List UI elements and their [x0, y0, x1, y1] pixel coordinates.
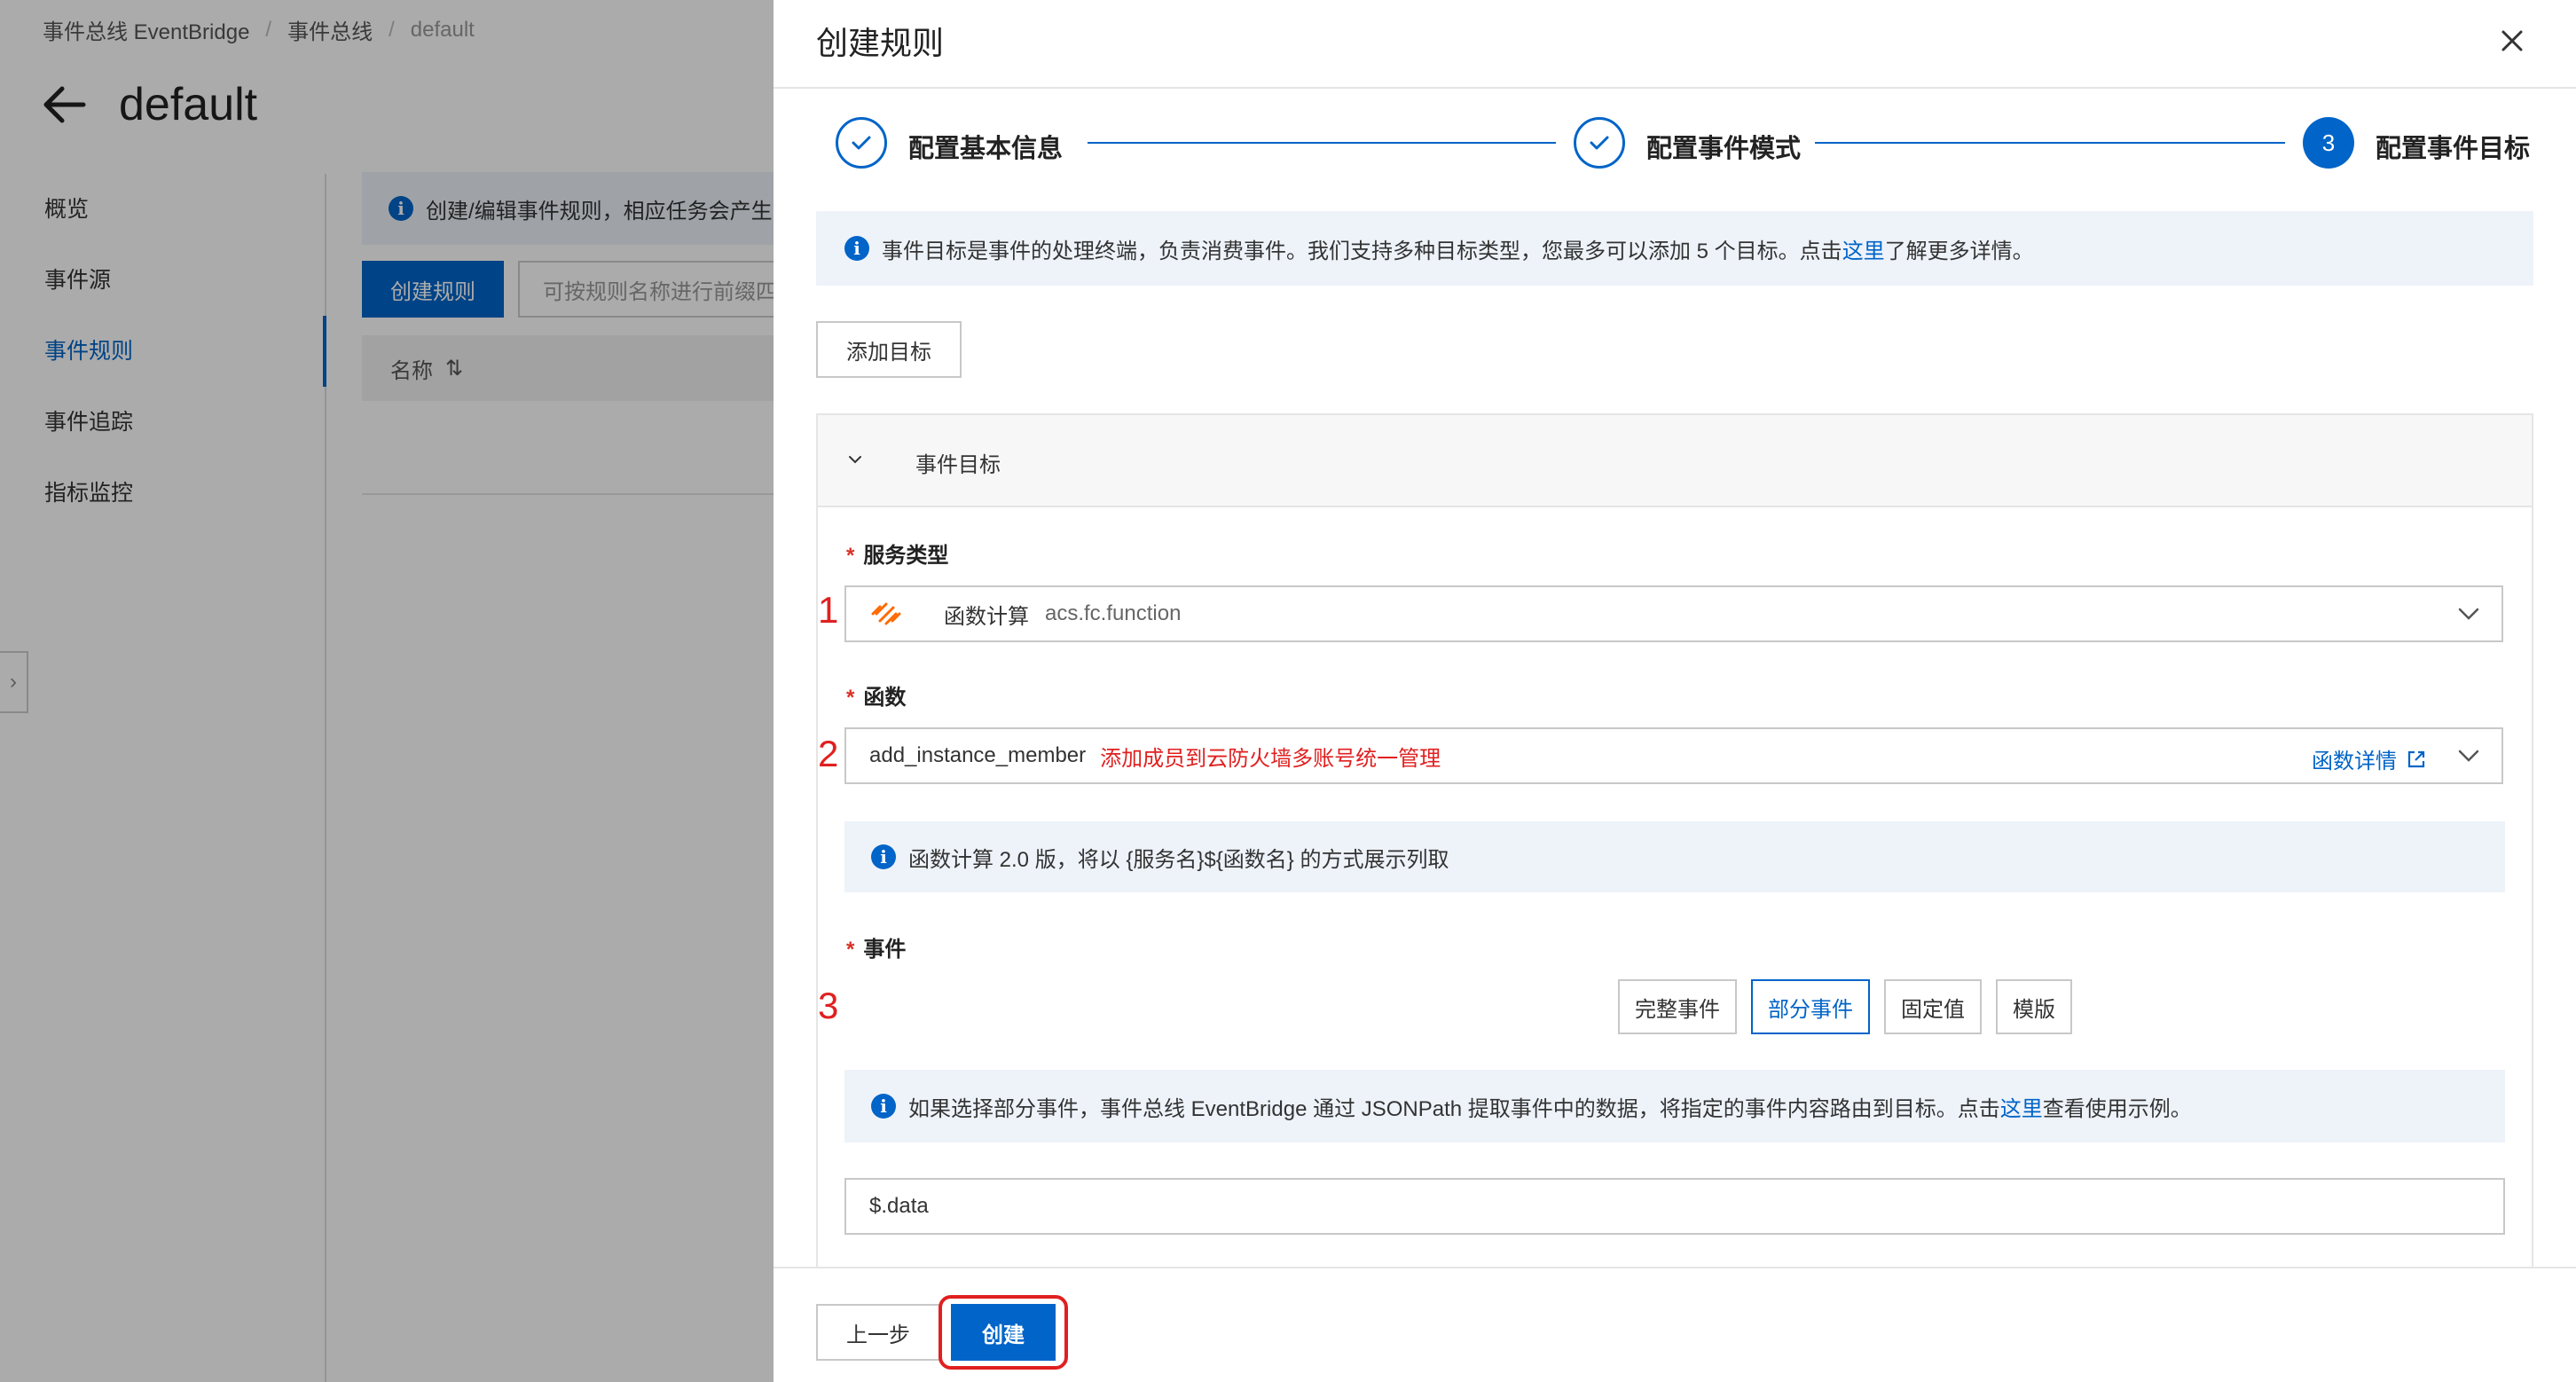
step-connector — [1815, 142, 2285, 144]
drawer-footer: 上一步 创建 — [774, 1267, 2576, 1382]
info-icon: i — [871, 1094, 896, 1119]
service-type-select[interactable]: 函数计算 acs.fc.function — [844, 585, 2503, 642]
event-option-template[interactable]: 模版 — [1996, 979, 2072, 1034]
usage-example-link[interactable]: 这里 — [2000, 1097, 2043, 1121]
partial-event-tip: i 如果选择部分事件，事件总线 EventBridge 通过 JSONPath … — [844, 1070, 2505, 1143]
event-option-full[interactable]: 完整事件 — [1618, 979, 1737, 1034]
function-select[interactable]: add_instance_member 添加成员到云防火墙多账号统一管理 函数详… — [844, 727, 2503, 784]
create-rule-drawer: 创建规则 配置基本信息 配置事件模式 3 配置事件目标 i 事件目标是事件的处理… — [774, 0, 2576, 1382]
chevron-down-icon — [2458, 608, 2479, 620]
function-note: 添加成员到云防火墙多账号统一管理 — [1100, 746, 1441, 771]
target-tip: i 事件目标是事件的处理终端，负责消费事件。我们支持多种目标类型，您最多可以添加… — [816, 211, 2533, 286]
event-target-panel: 事件目标 — [816, 413, 2533, 1382]
modal-overlay[interactable] — [0, 0, 774, 1382]
drawer-header: 创建规则 — [774, 0, 2576, 89]
add-target-button[interactable]: 添加目标 — [816, 321, 962, 378]
step-3-number: 3 — [2303, 117, 2354, 169]
stepper: 配置基本信息 配置事件模式 3 配置事件目标 — [836, 115, 2530, 177]
service-type-name: 函数计算 — [944, 604, 1029, 629]
learn-more-link[interactable]: 这里 — [1842, 239, 1885, 263]
step-1-check-icon — [836, 117, 887, 169]
external-link-icon — [2407, 750, 2425, 767]
step-1-label: 配置基本信息 — [908, 135, 1064, 163]
drawer-title: 创建规则 — [816, 25, 945, 61]
step-2-check-icon — [1574, 117, 1625, 169]
annotation-1: 1 — [818, 589, 839, 631]
info-icon: i — [871, 844, 896, 869]
chevron-down-icon — [2458, 750, 2479, 762]
function-version-tip-text: 函数计算 2.0 版，将以 {服务名}${函数名} 的方式展示列取 — [908, 847, 1449, 872]
event-option-fixed[interactable]: 固定值 — [1884, 979, 1982, 1034]
partial-event-tip-text: 如果选择部分事件，事件总线 EventBridge 通过 JSONPath 提取… — [908, 1096, 2192, 1121]
panel-title: 事件目标 — [915, 453, 1001, 477]
function-value: add_instance_member — [869, 743, 1087, 767]
chevron-down-icon[interactable] — [844, 449, 866, 470]
event-option-partial[interactable]: 部分事件 — [1751, 979, 1870, 1034]
function-detail-link[interactable]: 函数详情 — [2312, 743, 2427, 774]
create-button[interactable]: 创建 — [951, 1304, 1056, 1361]
close-icon[interactable] — [2494, 23, 2530, 59]
annotation-2: 2 — [818, 733, 839, 774]
step-3-label: 配置事件目标 — [2376, 135, 2531, 163]
function-label: * 函数 — [846, 686, 907, 710]
step-2-label: 配置事件模式 — [1646, 135, 1802, 163]
service-type-label: * 服务类型 — [846, 544, 949, 568]
step-connector — [1088, 142, 1556, 144]
event-label: * 事件 — [846, 938, 907, 962]
annotation-3: 3 — [818, 985, 839, 1026]
function-compute-icon — [871, 602, 901, 625]
target-tip-text: 事件目标是事件的处理终端，负责消费事件。我们支持多种目标类型，您最多可以添加 5… — [882, 239, 2034, 263]
function-version-tip: i 函数计算 2.0 版，将以 {服务名}${函数名} 的方式展示列取 — [844, 821, 2505, 892]
info-icon: i — [844, 236, 869, 261]
prev-step-button[interactable]: 上一步 — [816, 1304, 940, 1361]
panel-header[interactable]: 事件目标 — [818, 415, 2532, 507]
service-type-code: acs.fc.function — [1045, 601, 1182, 625]
jsonpath-input[interactable]: $.data — [844, 1178, 2505, 1235]
